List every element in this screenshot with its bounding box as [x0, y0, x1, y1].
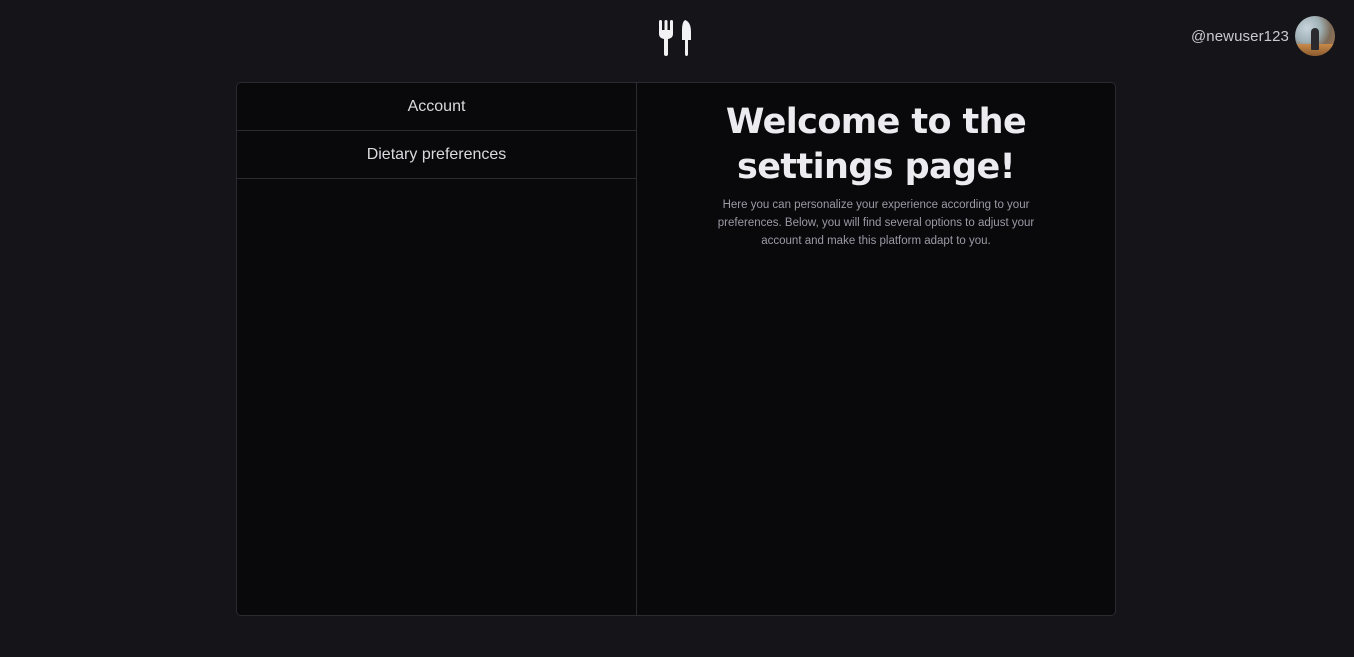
sidebar-item-account[interactable]: Account	[237, 83, 636, 131]
user-menu[interactable]: @newuser123	[1191, 16, 1335, 56]
top-bar: @newuser123	[0, 0, 1354, 72]
page-description: Here you can personalize your experience…	[717, 199, 1035, 247]
sidebar-item-label: Account	[407, 97, 466, 115]
page-title: Welcome to the settings page!	[725, 102, 1027, 187]
avatar-figure	[1311, 28, 1319, 50]
settings-content: Welcome to the settings page! Here you c…	[637, 83, 1115, 615]
fork-knife-icon[interactable]	[657, 18, 693, 58]
sidebar-item-label: Dietary preferences	[366, 145, 507, 163]
username[interactable]: @newuser123	[1191, 28, 1289, 45]
settings-sidebar: Account Dietary preferences	[237, 83, 637, 615]
avatar[interactable]	[1295, 16, 1335, 56]
settings-panel: Account Dietary preferences Welcome to t…	[236, 82, 1116, 616]
sidebar-item-dietary-preferences[interactable]: Dietary preferences	[237, 131, 636, 179]
